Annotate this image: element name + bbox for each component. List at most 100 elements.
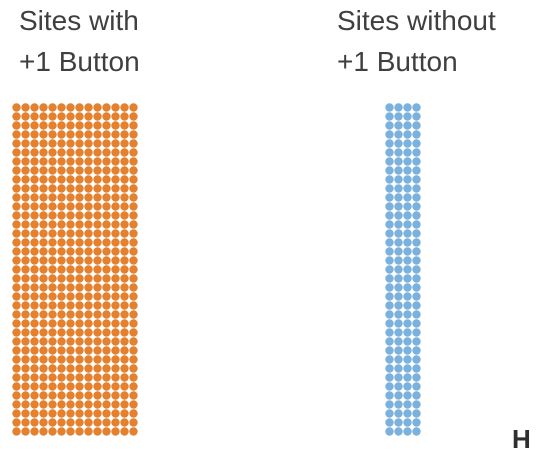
dot-mark <box>21 130 30 139</box>
dot-mark <box>403 121 412 130</box>
dot-mark <box>21 382 30 391</box>
dot-mark <box>93 355 102 364</box>
dot-mark <box>75 400 84 409</box>
dot-mark <box>385 112 394 121</box>
dot-mark <box>93 283 102 292</box>
dot-mark <box>93 247 102 256</box>
dot-mark <box>30 202 39 211</box>
dot-mark <box>93 319 102 328</box>
dot-mark <box>21 139 30 148</box>
dot-mark <box>111 364 120 373</box>
dot-mark <box>120 130 129 139</box>
dot-mark <box>120 292 129 301</box>
dot-mark <box>84 328 93 337</box>
dot-mark <box>129 220 138 229</box>
dot-mark <box>57 157 66 166</box>
dot-mark <box>403 220 412 229</box>
dot-mark <box>129 175 138 184</box>
dot-mark <box>30 274 39 283</box>
dot-mark <box>30 292 39 301</box>
dot-mark <box>385 373 394 382</box>
dot-mark <box>84 427 93 436</box>
dot-mark <box>66 184 75 193</box>
dot-mark <box>39 328 48 337</box>
dot-mark <box>111 103 120 112</box>
dot-mark <box>412 220 421 229</box>
dot-mark <box>385 193 394 202</box>
dot-mark <box>21 292 30 301</box>
dot-mark <box>102 355 111 364</box>
dot-mark <box>84 175 93 184</box>
dot-mark <box>403 247 412 256</box>
dot-mark <box>21 355 30 364</box>
dot-mark <box>403 166 412 175</box>
dot-mark <box>102 265 111 274</box>
dot-mark <box>102 256 111 265</box>
dot-mark <box>102 328 111 337</box>
dot-mark <box>403 409 412 418</box>
dot-mark <box>12 211 21 220</box>
dot-mark <box>21 112 30 121</box>
dot-mark <box>394 301 403 310</box>
dot-mark <box>120 301 129 310</box>
dot-mark <box>129 319 138 328</box>
dot-mark <box>111 112 120 121</box>
dot-mark <box>120 391 129 400</box>
dot-mark <box>48 373 57 382</box>
dot-mark <box>30 337 39 346</box>
dot-mark <box>12 373 21 382</box>
dot-mark <box>75 184 84 193</box>
dot-mark <box>93 337 102 346</box>
dot-mark <box>48 112 57 121</box>
dot-mark <box>84 319 93 328</box>
dot-mark <box>39 139 48 148</box>
dot-mark <box>93 256 102 265</box>
dot-mark <box>48 238 57 247</box>
dot-mark <box>57 112 66 121</box>
dot-mark <box>394 409 403 418</box>
dot-mark <box>66 427 75 436</box>
dot-mark <box>84 382 93 391</box>
dot-mark <box>66 409 75 418</box>
dot-mark <box>412 130 421 139</box>
dot-mark <box>48 103 57 112</box>
dot-mark <box>120 265 129 274</box>
dot-mark <box>12 265 21 274</box>
dot-mark <box>48 427 57 436</box>
dot-mark <box>129 139 138 148</box>
dot-mark <box>102 400 111 409</box>
dot-mark <box>75 193 84 202</box>
dot-mark <box>102 310 111 319</box>
dot-mark <box>21 166 30 175</box>
dot-mark <box>39 130 48 139</box>
dot-mark <box>385 274 394 283</box>
dot-mark <box>120 220 129 229</box>
dot-mark <box>84 238 93 247</box>
dot-mark <box>21 202 30 211</box>
dot-mark <box>120 409 129 418</box>
dot-mark <box>102 211 111 220</box>
dot-mark <box>111 400 120 409</box>
dot-mark <box>120 382 129 391</box>
dot-mark <box>129 391 138 400</box>
dot-mark <box>66 121 75 130</box>
dot-mark <box>84 166 93 175</box>
dot-mark <box>75 418 84 427</box>
dot-mark <box>102 184 111 193</box>
dot-mark <box>75 121 84 130</box>
dot-mark <box>111 427 120 436</box>
dot-mark <box>21 328 30 337</box>
dot-mark <box>403 139 412 148</box>
dot-mark <box>129 355 138 364</box>
dot-mark <box>111 409 120 418</box>
dot-mark <box>394 184 403 193</box>
dot-mark <box>21 211 30 220</box>
dot-mark <box>412 400 421 409</box>
dot-mark <box>84 418 93 427</box>
dot-mark <box>12 220 21 229</box>
dot-mark <box>84 310 93 319</box>
dot-mark <box>12 193 21 202</box>
dot-mark <box>111 166 120 175</box>
dot-mark <box>412 274 421 283</box>
dot-mark <box>120 256 129 265</box>
